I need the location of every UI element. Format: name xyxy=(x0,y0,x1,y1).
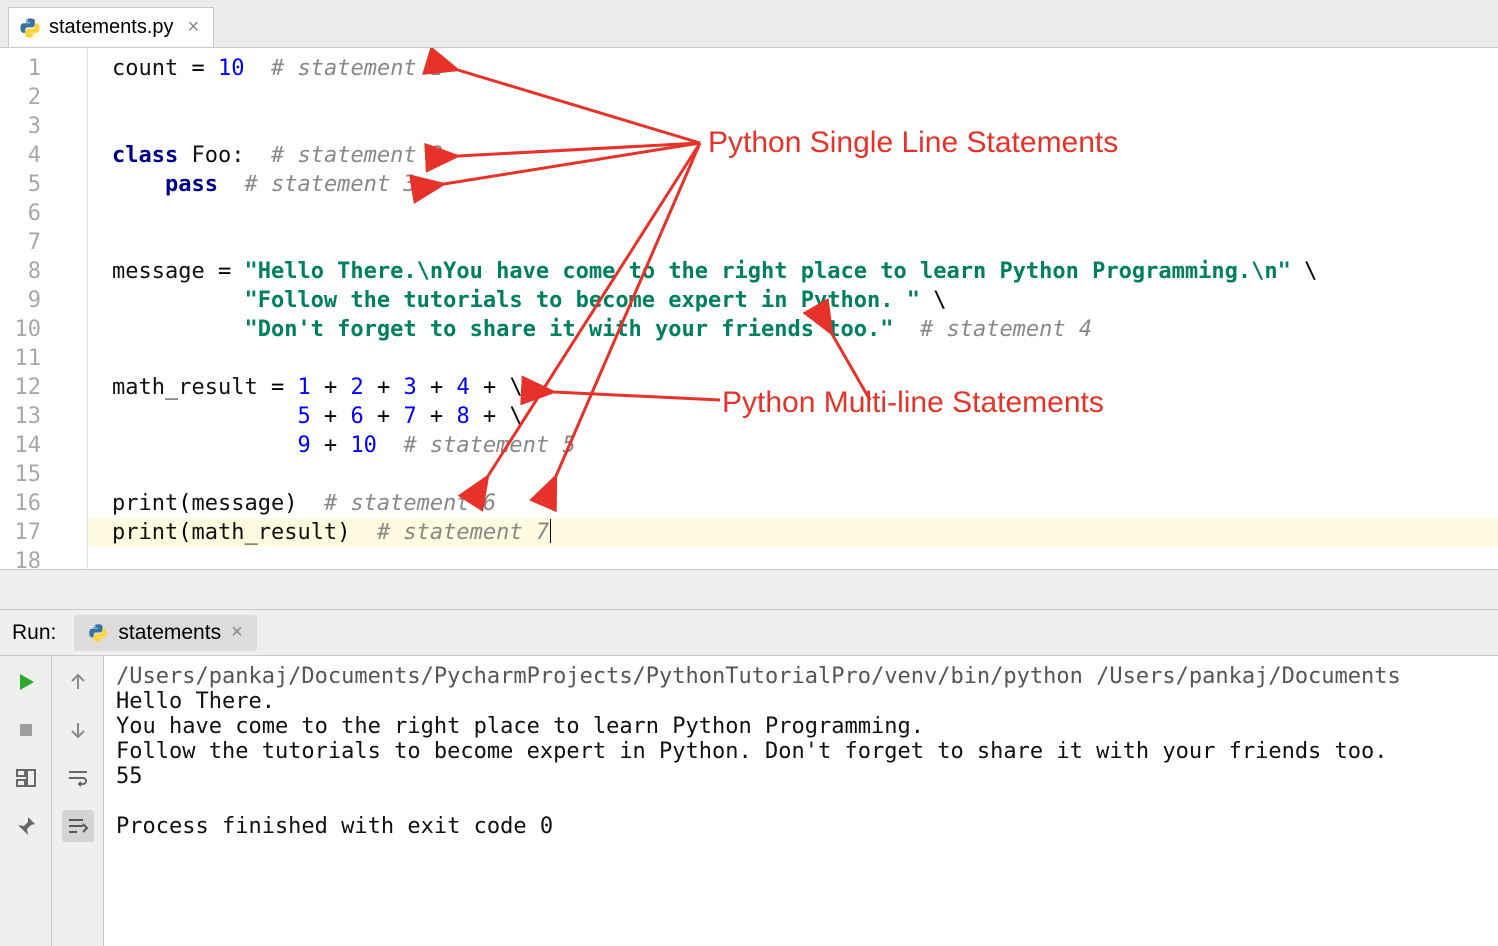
soft-wrap-button[interactable] xyxy=(62,762,94,794)
code-line[interactable] xyxy=(112,344,1498,373)
line-number: 5 xyxy=(0,170,87,199)
run-config-name: statements xyxy=(118,621,221,645)
run-config-tab[interactable]: statements × xyxy=(74,615,256,651)
line-number: 18 xyxy=(0,547,87,576)
code-editor[interactable]: 1 2 3 4 5 6 7 8 9 10 11 12 13 14 15 16 1… xyxy=(0,48,1498,570)
code-area[interactable]: count = 10 # statement 1 class Foo: # st… xyxy=(88,48,1498,569)
line-number: 12 xyxy=(0,373,87,402)
run-toolbar-right xyxy=(52,656,104,946)
code-line[interactable] xyxy=(112,460,1498,489)
line-number: 13 xyxy=(0,402,87,431)
code-line[interactable]: 9 + 10 # statement 5 xyxy=(112,431,1498,460)
line-number: 16 xyxy=(0,489,87,518)
line-number: 9 xyxy=(0,286,87,315)
code-line[interactable]: class Foo: # statement 2 xyxy=(112,141,1498,170)
console-line: Hello There. xyxy=(116,689,275,714)
line-number: 3 xyxy=(0,112,87,141)
code-line[interactable]: print(message) # statement 6 xyxy=(112,489,1498,518)
code-line[interactable]: "Follow the tutorials to become expert i… xyxy=(112,286,1498,315)
console-command: /Users/pankaj/Documents/PycharmProjects/… xyxy=(116,664,1401,689)
code-line[interactable]: print(math_result) # statement 7 xyxy=(112,518,1498,547)
console-line: Follow the tutorials to become expert in… xyxy=(116,739,1388,764)
line-number: 4 xyxy=(0,141,87,170)
code-line[interactable]: "Don't forget to share it with your frie… xyxy=(112,315,1498,344)
line-number-gutter: 1 2 3 4 5 6 7 8 9 10 11 12 13 14 15 16 1… xyxy=(0,48,88,569)
pin-button[interactable] xyxy=(10,810,42,842)
file-tab-label: statements.py xyxy=(49,16,174,39)
stop-button[interactable] xyxy=(10,714,42,746)
rerun-button[interactable] xyxy=(10,666,42,698)
line-number: 1 xyxy=(0,54,87,83)
run-label: Run: xyxy=(12,621,56,645)
console-line: You have come to the right place to lear… xyxy=(116,714,924,739)
close-tab-icon[interactable]: × xyxy=(188,16,200,39)
text-caret xyxy=(550,519,551,543)
line-number: 8 xyxy=(0,257,87,286)
line-number: 11 xyxy=(0,344,87,373)
line-number: 10 xyxy=(0,315,87,344)
scroll-to-end-button[interactable] xyxy=(62,810,94,842)
code-line[interactable]: message = "Hello There.\nYou have come t… xyxy=(112,257,1498,286)
close-run-tab-icon[interactable]: × xyxy=(231,621,243,644)
code-line[interactable] xyxy=(112,83,1498,112)
file-tab-statements[interactable]: statements.py × xyxy=(8,7,214,47)
code-line[interactable]: pass # statement 3 xyxy=(112,170,1498,199)
python-file-icon xyxy=(19,17,41,39)
line-number: 2 xyxy=(0,83,87,112)
code-line[interactable] xyxy=(112,228,1498,257)
code-line[interactable]: 5 + 6 + 7 + 8 + \ xyxy=(112,402,1498,431)
scroll-down-button[interactable] xyxy=(62,714,94,746)
console-exit-line: Process finished with exit code 0 xyxy=(116,814,553,839)
code-line[interactable] xyxy=(112,199,1498,228)
run-tool-header: Run: statements × xyxy=(0,610,1498,656)
python-file-icon xyxy=(88,623,108,643)
line-number: 17 xyxy=(0,518,87,547)
run-console-panel: /Users/pankaj/Documents/PycharmProjects/… xyxy=(0,656,1498,946)
console-output[interactable]: /Users/pankaj/Documents/PycharmProjects/… xyxy=(104,656,1498,946)
run-toolbar-left xyxy=(0,656,52,946)
line-number: 14 xyxy=(0,431,87,460)
code-line[interactable]: count = 10 # statement 1 xyxy=(112,54,1498,83)
code-line[interactable]: math_result = 1 + 2 + 3 + 4 + \ xyxy=(112,373,1498,402)
line-number: 6 xyxy=(0,199,87,228)
layout-button[interactable] xyxy=(10,762,42,794)
console-line: 55 xyxy=(116,764,143,789)
line-number: 7 xyxy=(0,228,87,257)
editor-tab-bar: statements.py × xyxy=(0,0,1498,48)
line-number: 15 xyxy=(0,460,87,489)
scroll-up-button[interactable] xyxy=(62,666,94,698)
code-line[interactable] xyxy=(112,112,1498,141)
code-line[interactable] xyxy=(112,547,1498,576)
editor-bottom-strip xyxy=(0,570,1498,610)
